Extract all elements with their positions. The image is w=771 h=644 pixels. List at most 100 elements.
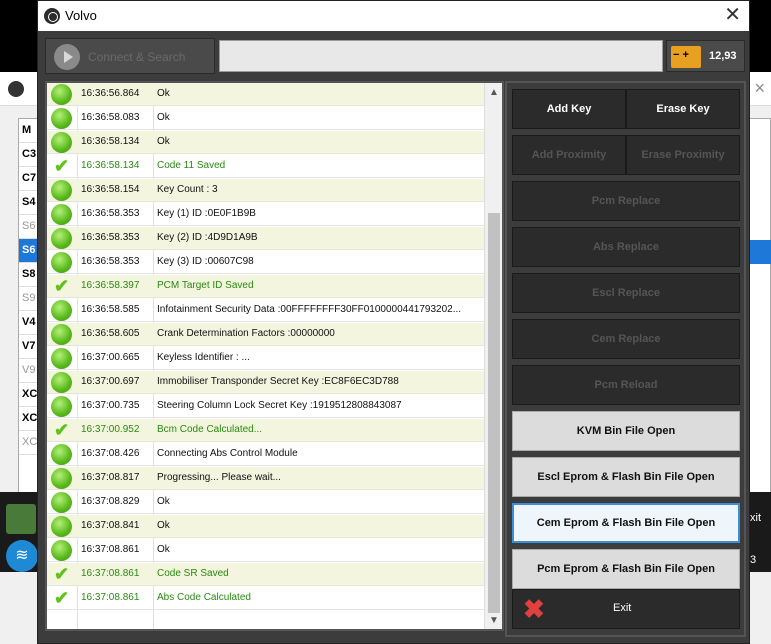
pcm-eprom-open-button[interactable]: Pcm Eprom & Flash Bin File Open: [512, 549, 740, 589]
wifi-icon[interactable]: ≋: [6, 540, 38, 572]
escl-replace-button[interactable]: Escl Replace: [512, 273, 740, 313]
log-row[interactable]: 16:37:08.817 Progressing... Please wait..…: [47, 467, 484, 490]
toolbar: Connect & Search 12,93: [38, 31, 749, 79]
status-ok-icon: [51, 204, 72, 225]
log-time: 16:36:58.083: [81, 112, 140, 123]
exit-label: Exit: [613, 602, 632, 614]
status-ok-icon: [51, 180, 72, 201]
escl-eprom-open-button[interactable]: Escl Eprom & Flash Bin File Open: [512, 457, 740, 497]
battery-icon: [671, 46, 701, 68]
status-ok-icon: [51, 348, 72, 369]
connect-search-button[interactable]: Connect & Search: [45, 38, 215, 74]
status-ok-icon: [51, 444, 72, 465]
background-green-button[interactable]: [6, 504, 36, 534]
log-message: Key (2) ID :4D9D1A9B: [157, 232, 258, 243]
log-row[interactable]: ✔ 16:36:58.134 Code 11 Saved: [47, 155, 484, 178]
status-ok-icon: [51, 372, 72, 393]
log-message: Ok: [157, 520, 170, 531]
status-ok-icon: [51, 396, 72, 417]
action-panel: Add Key Erase Key Add Proximity Erase Pr…: [505, 81, 746, 637]
cem-replace-button[interactable]: Cem Replace: [512, 319, 740, 359]
status-ok-icon: [51, 252, 72, 273]
log-scrollbar[interactable]: ▲ ▼: [484, 83, 502, 629]
log-message: Crank Determination Factors :00000000: [157, 328, 335, 339]
abs-replace-button[interactable]: Abs Replace: [512, 227, 740, 267]
log-row[interactable]: 16:37:08.841 Ok: [47, 515, 484, 538]
pcm-reload-button[interactable]: Pcm Reload: [512, 365, 740, 405]
checkmark-icon: ✔: [53, 420, 70, 440]
log-time: 16:37:08.426: [81, 448, 140, 459]
log-time: 16:37:08.861: [81, 544, 140, 555]
kvm-bin-open-button[interactable]: KVM Bin File Open: [512, 411, 740, 451]
log-row[interactable]: ✔ 16:37:08.861 Abs Code Calculated: [47, 587, 484, 610]
log-row[interactable]: 16:37:08.426 Connecting Abs Control Modul…: [47, 443, 484, 466]
erase-key-button[interactable]: Erase Key: [626, 89, 740, 129]
log-message: Connecting Abs Control Module: [157, 448, 298, 459]
log-time: 16:37:00.697: [81, 376, 140, 387]
log-message: Bcm Code Calculated...: [157, 424, 263, 435]
log-message: Keyless Identifier : ...: [157, 352, 250, 363]
log-row[interactable]: ✔ 16:36:58.397 PCM Target ID Saved: [47, 275, 484, 298]
log-message: Ok: [157, 496, 170, 507]
log-row[interactable]: 16:36:58.154 Key Count : 3: [47, 179, 484, 202]
log-row[interactable]: 16:36:58.605 Crank Determination Factors …: [47, 323, 484, 346]
log-row[interactable]: 16:36:58.353 Key (1) ID :0E0F1B9B: [47, 203, 484, 226]
pcm-replace-button[interactable]: Pcm Replace: [512, 181, 740, 221]
log-message: Progressing... Please wait...: [157, 472, 281, 483]
log-time: 16:37:00.952: [81, 424, 140, 435]
status-ok-icon: [51, 108, 72, 129]
log-message: Abs Code Calculated: [157, 592, 251, 603]
background-count-fragment: 3: [750, 554, 757, 566]
checkmark-icon: ✔: [53, 156, 70, 176]
log-time: 16:37:08.829: [81, 496, 140, 507]
close-icon[interactable]: ✕: [724, 5, 741, 25]
scroll-thumb[interactable]: [488, 213, 500, 613]
exit-button[interactable]: ✖ Exit: [512, 589, 740, 629]
log-row[interactable]: 16:36:58.585 Infotainment Security Data :…: [47, 299, 484, 322]
scroll-up-icon[interactable]: ▲: [489, 87, 499, 98]
log-time: 16:37:00.735: [81, 400, 140, 411]
log-message: Ok: [157, 136, 170, 147]
battery-voltage: 12,93: [709, 50, 737, 62]
cem-eprom-open-button[interactable]: Cem Eprom & Flash Bin File Open: [512, 503, 740, 543]
log-message: PCM Target ID Saved: [157, 280, 254, 291]
erase-proximity-button[interactable]: Erase Proximity: [626, 135, 740, 175]
log-row[interactable]: 16:37:00.665 Keyless Identifier : ...: [47, 347, 484, 370]
status-ok-icon: [51, 516, 72, 537]
window-title: Volvo: [65, 8, 97, 23]
titlebar: Volvo ✕: [38, 1, 749, 31]
log-row[interactable]: 16:36:58.083 Ok: [47, 107, 484, 130]
scroll-down-icon[interactable]: ▼: [489, 615, 499, 626]
log-time: 16:36:56.864: [81, 88, 140, 99]
log-row[interactable]: 16:36:58.353 Key (2) ID :4D9D1A9B: [47, 227, 484, 250]
log-time: 16:36:58.585: [81, 304, 140, 315]
status-ok-icon: [51, 132, 72, 153]
volvo-window: Volvo ✕ Connect & Search 12,93 16:36:56.…: [37, 0, 750, 644]
log-row[interactable]: 16:37:00.735 Steering Column Lock Secret …: [47, 395, 484, 418]
log-time: 16:37:08.841: [81, 520, 140, 531]
log-time: 16:36:58.134: [81, 160, 140, 171]
checkmark-icon: ✔: [53, 276, 70, 296]
log-row[interactable]: 16:37:08.829 Ok: [47, 491, 484, 514]
log-panel: 16:36:56.864 Ok 16:36:58.083 Ok 16:36:58.134…: [45, 81, 504, 631]
log-message: Key (1) ID :0E0F1B9B: [157, 208, 256, 219]
log-row[interactable]: 16:37:08.861 Ok: [47, 539, 484, 562]
checkmark-icon: ✔: [53, 564, 70, 584]
log-row[interactable]: 16:36:58.353 Key (3) ID :00607C98: [47, 251, 484, 274]
log-row[interactable]: 16:36:56.864 Ok: [47, 83, 484, 106]
log-row[interactable]: 16:37:00.697 Immobiliser Transponder Secr…: [47, 371, 484, 394]
background-exit-fragment: xit: [750, 512, 761, 524]
log-row[interactable]: ✔ 16:37:00.952 Bcm Code Calculated...: [47, 419, 484, 442]
log-row[interactable]: 16:36:58.134 Ok: [47, 131, 484, 154]
log-time: 16:37:08.861: [81, 568, 140, 579]
background-close-icon[interactable]: ×: [754, 78, 765, 99]
log-row[interactable]: ✔ 16:37:08.861 Code SR Saved: [47, 563, 484, 586]
status-ok-icon: [51, 84, 72, 105]
battery-indicator: 12,93: [666, 40, 745, 72]
log-message: Immobiliser Transponder Secret Key :EC8F…: [157, 376, 399, 387]
log-message: Ok: [157, 544, 170, 555]
add-key-button[interactable]: Add Key: [512, 89, 626, 129]
add-proximity-button[interactable]: Add Proximity: [512, 135, 626, 175]
log-list[interactable]: 16:36:56.864 Ok 16:36:58.083 Ok 16:36:58.134…: [47, 83, 484, 629]
log-message: Key (3) ID :00607C98: [157, 256, 254, 267]
